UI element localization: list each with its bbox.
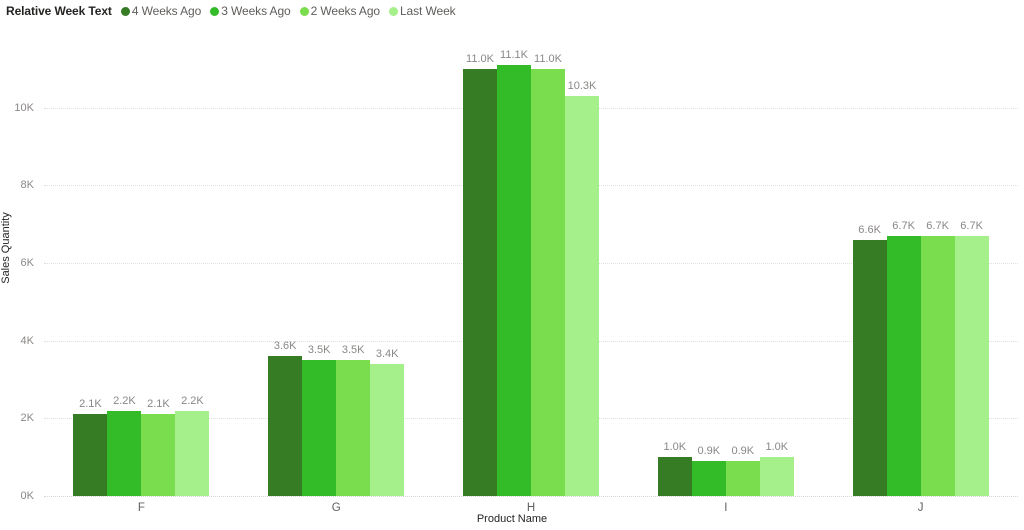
legend-swatch-icon bbox=[120, 6, 130, 16]
y-axis-tick-label: 8K bbox=[20, 179, 34, 192]
bar[interactable] bbox=[852, 239, 887, 496]
y-axis-tick-label: 4K bbox=[20, 334, 34, 347]
bar-value-label: 6.7K bbox=[926, 219, 949, 232]
gridline bbox=[44, 496, 1018, 497]
bar-value-label: 10.3K bbox=[567, 80, 597, 93]
legend-item-4[interactable]: Last Week bbox=[388, 4, 456, 18]
bar-value-label: 3.4K bbox=[375, 347, 399, 360]
bar[interactable] bbox=[370, 363, 405, 496]
bar[interactable] bbox=[954, 235, 989, 496]
bar[interactable] bbox=[565, 96, 599, 496]
bar[interactable] bbox=[920, 235, 955, 496]
y-axis-tick-label: 0K bbox=[20, 490, 34, 502]
bar-value-label: 11.0K bbox=[534, 52, 562, 65]
plot-area: 0K 2K 4K 6K 8K 10K 2.1K 2.2K 2.1K 2.2K F 3.6K 3.5K 3.… bbox=[14, 26, 1018, 514]
bar[interactable] bbox=[463, 68, 497, 496]
chart-legend: Relative Week Text 4 Weeks Ago 3 Weeks Ag… bbox=[6, 0, 465, 22]
bar[interactable] bbox=[759, 457, 794, 496]
bar-value-label: 2.2K bbox=[113, 394, 136, 407]
bar-value-label: 0.9K bbox=[697, 445, 721, 458]
legend-item-1[interactable]: 4 Weeks Ago bbox=[120, 4, 202, 18]
bar[interactable] bbox=[691, 461, 726, 496]
bar-value-label: 11.1K bbox=[500, 49, 528, 61]
bar[interactable] bbox=[336, 360, 371, 496]
bar[interactable] bbox=[73, 414, 108, 496]
legend-item-label: 4 Weeks Ago bbox=[131, 4, 202, 18]
bar-value-label: 6.6K bbox=[858, 223, 881, 236]
legend-items: 4 Weeks Ago 3 Weeks Ago 2 Weeks Ago Last We… bbox=[120, 4, 465, 18]
chart-visual: Relative Week Text 4 Weeks Ago 3 Weeks Ag… bbox=[0, 0, 1024, 530]
bar[interactable] bbox=[141, 414, 176, 496]
bar[interactable] bbox=[107, 410, 142, 496]
bar-value-label: 1.0K bbox=[765, 441, 789, 454]
bar-value-label: 2.1K bbox=[79, 398, 102, 411]
bar-value-label: 0.9K bbox=[731, 445, 755, 458]
bar-value-label: 3.5K bbox=[341, 344, 365, 357]
legend-item-label: 2 Weeks Ago bbox=[310, 4, 380, 18]
bar-value-label: 6.7K bbox=[892, 219, 915, 232]
y-axis-tick-label: 10K bbox=[14, 101, 34, 114]
bar[interactable] bbox=[531, 68, 565, 496]
legend-item-label: Last Week bbox=[399, 4, 456, 18]
legend-swatch-icon bbox=[210, 6, 220, 16]
bar-value-label: 3.6K bbox=[273, 340, 297, 353]
bar[interactable] bbox=[268, 356, 303, 496]
bar[interactable] bbox=[302, 360, 337, 496]
bar[interactable] bbox=[725, 461, 760, 496]
bar-value-label: 11.0K bbox=[466, 52, 494, 65]
legend-swatch-icon bbox=[388, 6, 398, 16]
bar[interactable] bbox=[497, 65, 531, 496]
legend-item-3[interactable]: 2 Weeks Ago bbox=[299, 4, 380, 18]
bar-value-label: 2.2K bbox=[181, 394, 204, 407]
bar-value-label: 6.7K bbox=[960, 219, 983, 232]
legend-item-label: 3 Weeks Ago bbox=[221, 4, 291, 18]
y-axis-title: Sales Quantity bbox=[0, 212, 12, 284]
bar-value-label: 3.5K bbox=[307, 344, 331, 357]
y-axis-tick-label: 2K bbox=[20, 412, 34, 425]
legend-item-2[interactable]: 3 Weeks Ago bbox=[210, 4, 291, 18]
legend-title: Relative Week Text bbox=[6, 4, 112, 18]
bar-value-label: 1.0K bbox=[663, 441, 687, 454]
x-axis-title: Product Name bbox=[476, 513, 548, 525]
bar[interactable] bbox=[175, 410, 210, 496]
bar[interactable] bbox=[886, 235, 921, 496]
bar[interactable] bbox=[657, 457, 692, 496]
legend-swatch-icon bbox=[299, 6, 309, 16]
bar-value-label: 2.1K bbox=[147, 398, 170, 411]
plot-inner: 0K 2K 4K 6K 8K 10K 2.1K 2.2K 2.1K 2.2K F 3.6K 3.5K 3.… bbox=[14, 26, 1018, 514]
